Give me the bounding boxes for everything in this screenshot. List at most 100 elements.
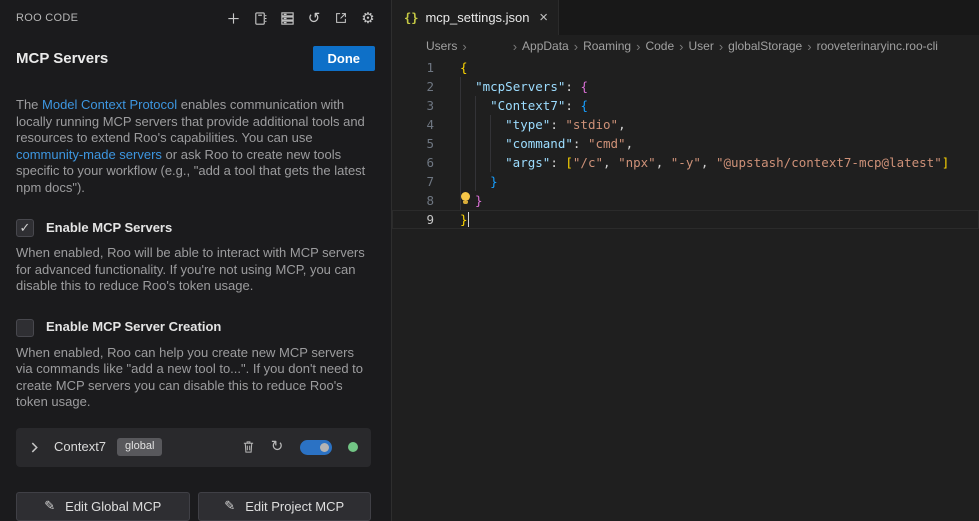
code-lines: 1{2 "mcpServers": {3 "Context7": {4 "typ… xyxy=(392,58,979,229)
edit-global-mcp-button[interactable]: ✎ Edit Global MCP xyxy=(16,492,190,521)
code-line[interactable]: 3 "Context7": { xyxy=(392,96,979,115)
code-token: { xyxy=(580,79,588,94)
enable-mcp-servers-description: When enabled, Roo will be able to intera… xyxy=(16,245,371,295)
code-token: { xyxy=(580,98,588,113)
plus-icon[interactable] xyxy=(224,9,242,27)
code-editor[interactable]: 1{2 "mcpServers": {3 "Context7": {4 "typ… xyxy=(392,57,979,521)
breadcrumb-item[interactable]: User xyxy=(688,39,713,53)
breadcrumb-item[interactable]: AppData xyxy=(522,39,569,53)
enable-mcp-servers-label: Enable MCP Servers xyxy=(46,220,172,237)
code-line-content[interactable]: } xyxy=(434,210,469,229)
code-token xyxy=(460,136,505,151)
code-line-content[interactable]: "type": "stdio", xyxy=(434,115,626,134)
code-token: , xyxy=(626,136,634,151)
edit-global-mcp-label: Edit Global MCP xyxy=(65,499,161,514)
mcp-description: The Model Context Protocol enables commu… xyxy=(16,97,371,196)
code-line-content[interactable]: "mcpServers": { xyxy=(434,77,588,96)
code-line[interactable]: 2 "mcpServers": { xyxy=(392,77,979,96)
code-token: "mcpServers" xyxy=(475,79,565,94)
code-line-content[interactable]: } xyxy=(434,191,483,210)
code-line[interactable]: 7 } xyxy=(392,172,979,191)
code-token: : xyxy=(573,136,588,151)
code-token: , xyxy=(701,155,716,170)
breadcrumb-item[interactable]: Roaming xyxy=(583,39,631,53)
code-token xyxy=(460,98,490,113)
enable-mcp-creation-label: Enable MCP Server Creation xyxy=(46,319,221,336)
breadcrumb-item[interactable]: rooveterinaryinc.roo-cli xyxy=(817,39,938,53)
code-line[interactable]: 5 "command": "cmd", xyxy=(392,134,979,153)
line-number: 5 xyxy=(392,134,434,153)
extension-title: ROO CODE xyxy=(16,12,78,24)
enable-mcp-creation-row: ✓ Enable MCP Server Creation xyxy=(16,319,371,337)
mcp-servers-icon[interactable] xyxy=(278,9,296,27)
code-line-content[interactable]: } xyxy=(434,172,498,191)
text-cursor xyxy=(468,212,470,227)
restart-icon[interactable]: ↻ xyxy=(267,437,287,457)
toggle-knob xyxy=(320,443,329,452)
tab-close-icon[interactable]: × xyxy=(539,10,548,25)
code-line[interactable]: 9} xyxy=(392,210,979,229)
line-number: 9 xyxy=(392,210,434,229)
edit-mcp-buttons: ✎ Edit Global MCP ✎ Edit Project MCP xyxy=(16,492,371,521)
code-line-content[interactable]: "args": ["/c", "npx", "-y", "@upstash/co… xyxy=(434,153,949,172)
history-icon[interactable]: ↺ xyxy=(305,9,323,27)
page-title: MCP Servers xyxy=(16,50,108,67)
server-enabled-toggle[interactable] xyxy=(300,440,332,455)
roo-code-panel: ROO CODE ↺ ⚙ MCP Servers Done xyxy=(0,0,392,521)
code-line[interactable]: 4 "type": "stdio", xyxy=(392,115,979,134)
lightbulb-icon[interactable] xyxy=(460,204,475,205)
pencil-icon: ✎ xyxy=(44,498,55,514)
breadcrumb-separator: › xyxy=(636,39,640,54)
enable-mcp-creation-description: When enabled, Roo can help you create ne… xyxy=(16,345,371,411)
code-token: , xyxy=(618,117,626,132)
line-number: 1 xyxy=(392,58,434,77)
line-number: 3 xyxy=(392,96,434,115)
code-line-content[interactable]: "command": "cmd", xyxy=(434,134,633,153)
settings-gear-icon[interactable]: ⚙ xyxy=(359,9,377,27)
panel-content: The Model Context Protocol enables commu… xyxy=(0,71,391,521)
code-token: "stdio" xyxy=(565,117,618,132)
tab-mcp-settings-json[interactable]: {} mcp_settings.json × xyxy=(392,0,559,35)
code-token xyxy=(460,79,475,94)
code-token: } xyxy=(460,212,468,227)
code-token xyxy=(460,174,490,189)
prompts-notebook-icon[interactable] xyxy=(251,9,269,27)
code-line-content[interactable]: "Context7": { xyxy=(434,96,588,115)
panel-header-icons: ↺ ⚙ xyxy=(224,9,377,27)
breadcrumb-item[interactable]: Code xyxy=(645,39,674,53)
line-number: 6 xyxy=(392,153,434,172)
community-made-servers-link[interactable]: community-made servers xyxy=(16,147,162,162)
code-token: : xyxy=(565,79,580,94)
code-line[interactable]: 8} xyxy=(392,191,979,210)
code-line[interactable]: 1{ xyxy=(392,58,979,77)
code-token: : xyxy=(565,98,580,113)
code-line[interactable]: 6 "args": ["/c", "npx", "-y", "@upstash/… xyxy=(392,153,979,172)
breadcrumb-item[interactable]: globalStorage xyxy=(728,39,802,53)
breadcrumb: Users››AppData›Roaming›Code›User›globalS… xyxy=(392,35,979,57)
chevron-right-icon[interactable] xyxy=(30,442,39,453)
breadcrumb-separator: › xyxy=(807,39,811,54)
breadcrumb-separator: › xyxy=(574,39,578,54)
model-context-protocol-link[interactable]: Model Context Protocol xyxy=(42,97,177,112)
breadcrumb-item[interactable]: Users xyxy=(426,39,457,53)
enable-mcp-servers-checkbox[interactable]: ✓ xyxy=(16,219,34,237)
popout-icon[interactable] xyxy=(332,9,350,27)
server-row-context7[interactable]: Context7 global ↻ xyxy=(16,428,371,467)
server-name: Context7 xyxy=(54,439,106,456)
trash-icon[interactable] xyxy=(238,437,258,457)
code-line-content[interactable]: { xyxy=(434,58,468,77)
code-token: "args" xyxy=(505,155,550,170)
code-token: , xyxy=(603,155,618,170)
line-number: 4 xyxy=(392,115,434,134)
code-token: : xyxy=(550,117,565,132)
breadcrumb-separator: › xyxy=(719,39,723,54)
code-token: { xyxy=(460,60,468,75)
edit-project-mcp-button[interactable]: ✎ Edit Project MCP xyxy=(198,492,372,521)
breadcrumb-separator: › xyxy=(513,39,517,54)
enable-mcp-creation-checkbox[interactable]: ✓ xyxy=(16,319,34,337)
code-token: "command" xyxy=(505,136,573,151)
code-token: "@upstash/context7-mcp@latest" xyxy=(716,155,942,170)
done-button[interactable]: Done xyxy=(313,46,376,71)
code-token: } xyxy=(475,193,483,208)
edit-project-mcp-label: Edit Project MCP xyxy=(245,499,344,514)
